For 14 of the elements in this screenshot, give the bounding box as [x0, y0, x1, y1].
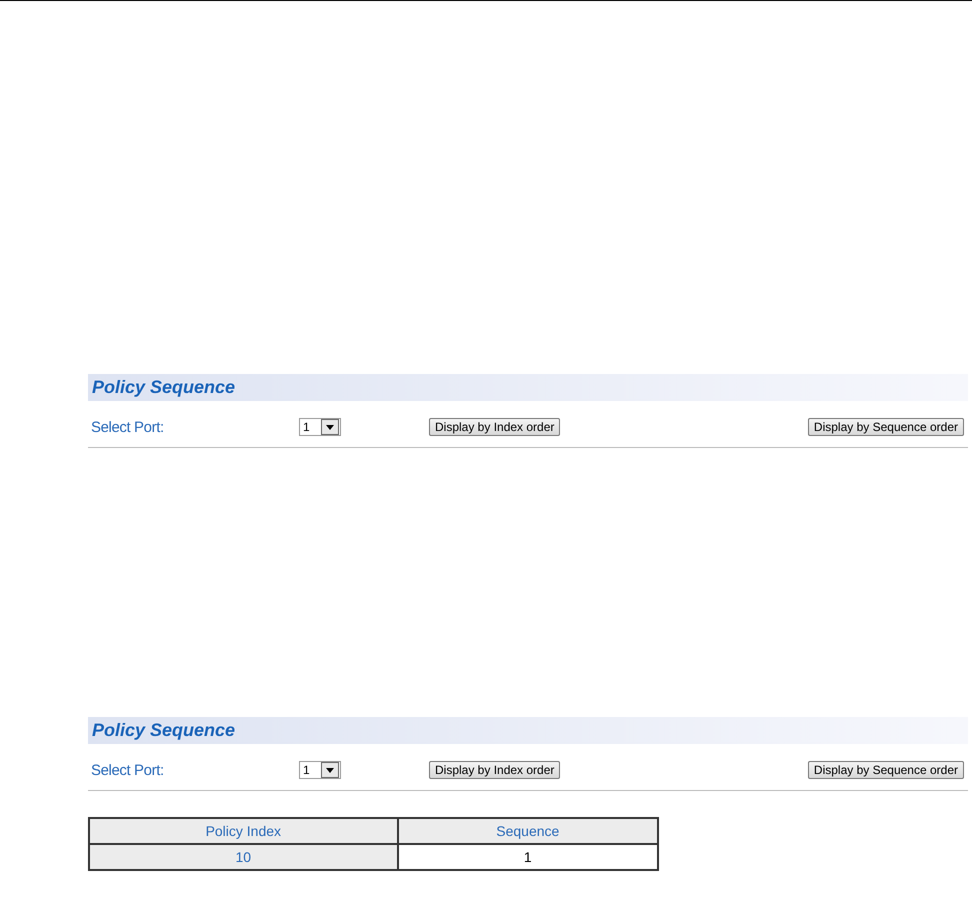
- table-cell: 10: [89, 844, 398, 870]
- display-order-button[interactable]: Display by Index order: [429, 761, 560, 779]
- table-cell: 1: [398, 844, 658, 870]
- port-select[interactable]: 1: [299, 418, 341, 436]
- column-header: Sequence: [398, 818, 658, 844]
- column-header: Policy Index: [89, 818, 398, 844]
- panel-title: Policy Sequence: [88, 374, 968, 401]
- display-order-button[interactable]: Display by Sequence order: [808, 761, 964, 779]
- display-order-button[interactable]: Display by Sequence order: [808, 418, 964, 436]
- port-label: Select Port:: [91, 418, 165, 436]
- port-select[interactable]: 1: [299, 761, 341, 779]
- display-order-button[interactable]: Display by Index order: [429, 418, 560, 436]
- port-label: Select Port:: [91, 762, 165, 778]
- panel-title: Policy Sequence: [88, 717, 968, 744]
